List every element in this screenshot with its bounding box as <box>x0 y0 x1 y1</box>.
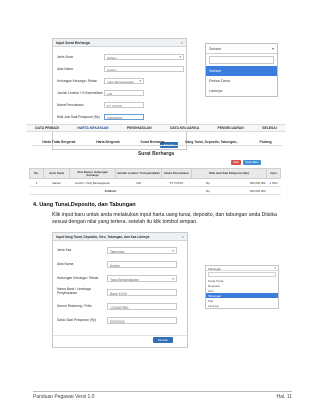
total-currency: Rp. <box>191 186 212 196</box>
hubungan-select[interactable]: Yang Bersangkutan <box>107 275 177 282</box>
subtab-harta-bergerak[interactable]: Harta Bergerak <box>96 140 120 144</box>
cell-atas-nama: Anshin / Yang Bersangkutan <box>69 178 116 188</box>
footer-page-number: Hal. 11 <box>276 394 292 400</box>
dropdown-option-reksa-dana[interactable]: Reksa Dana <box>206 76 277 86</box>
save-button[interactable]: Simpan <box>153 337 173 343</box>
table-row: 1 Saham Anshin / Yang Bersangkutan 100 P… <box>29 178 281 188</box>
subtab-harta-tidak-bergerak[interactable]: Harta Tidak Bergerak <box>42 140 75 144</box>
total-nilai: 500,000,000 <box>211 186 267 196</box>
subtab-surat-berharga[interactable]: Surat Berharga <box>141 140 165 144</box>
form-header: Input Surat Berharga × <box>53 39 186 47</box>
jenis-surat-dropdown: Saham Saham Reksa Dana Lainnya <box>205 43 278 97</box>
jenis-surat-select[interactable]: Saham <box>104 54 184 60</box>
footer-doc-title: Panduan Pegawai Versi 1.0 <box>33 394 95 400</box>
surat-baru-button[interactable]: Surat Baru <box>243 160 261 165</box>
table-header-row: No. Jenis Surat Atas Nama / Hubungan Kel… <box>29 167 281 180</box>
jenis-kas-select[interactable]: Tabungan <box>107 247 177 254</box>
jenis-kas-dropdown: Tabungan Uang Tunai Deposito Giro Tabung… <box>205 265 279 309</box>
total-empty-cell <box>266 186 281 196</box>
surat-berharga-table: No. Jenis Surat Atas Nama / Hubungan Kel… <box>29 167 281 196</box>
field-label-jenis-surat: Jenis Surat <box>57 55 73 59</box>
atas-nama-input[interactable]: Anshin <box>104 66 184 72</box>
total-label: JUMLAH <box>29 186 192 196</box>
dropdown-selected[interactable]: Saham <box>206 44 277 54</box>
dropdown-option-lainnya[interactable]: Lainnya <box>206 303 278 308</box>
form-header: Input Uang Tunai, Deposito, Giro, Tabung… <box>53 233 187 241</box>
subtab-piutang[interactable]: Piutang <box>260 140 272 144</box>
col-nilai-jual: Nilai Jual Saat Pelaporan (Rp) <box>191 167 267 180</box>
cell-nilai: 500,000,000 <box>211 178 267 188</box>
field-label-nama-perusahaan: Nama Perusahaan <box>57 103 84 107</box>
section-title: Surat Berharga <box>137 151 175 157</box>
nilai-jual-input[interactable]: 500000000 <box>104 114 144 120</box>
dropdown-option-lainnya[interactable]: Lainnya <box>206 86 277 96</box>
field-label-atas-nama: Atas Nama <box>57 67 73 71</box>
col-nama-perusahaan: Nama Perusahaan <box>161 167 192 180</box>
field-label-nilai-jual: Nilai Jual Saat Pelaporan (Rp) <box>57 115 100 119</box>
cell-jumlah: 100 <box>115 178 162 188</box>
footer-divider <box>33 391 292 392</box>
field-label-jenis-kas: Jenis Kas <box>57 248 72 252</box>
tab-penghasilan[interactable]: PENGHASILAN <box>127 126 152 130</box>
cell-no: 1 <box>29 178 44 188</box>
table-total-row: JUMLAH Rp. 500,000,000 <box>29 186 281 196</box>
instruction-paragraph: Klik input baru untuk anda melakukan inp… <box>52 212 277 225</box>
sub-tabs: Harta Tidak Bergerak Harta Bergerak Sura… <box>32 138 282 146</box>
dropdown-selected[interactable]: Tabungan <box>206 266 278 271</box>
main-tabs: DATA PRIBADI HARTA KEKAYAAN PENGHASILAN … <box>26 124 286 132</box>
section-heading: 4. Uang Tunai,Deposito, dan Tabungan <box>33 202 136 208</box>
cell-jenis: Saham <box>43 178 70 188</box>
nomor-rekening-input[interactable]: 1234567890 <box>107 303 177 310</box>
col-jumlah-lembar: Jumlah Lembar / % Kepemilikan <box>115 167 162 180</box>
form-title: Input Uang Tunai, Deposito, Giro, Tabung… <box>56 235 150 239</box>
col-jenis-surat: Jenis Surat <box>43 167 70 180</box>
field-label-nama-bank: Nama Bank / Lembaga Penyimpanan <box>57 287 91 295</box>
nama-perusahaan-input[interactable]: PT XXXXX <box>104 102 144 108</box>
hubungan-select[interactable]: Yang Bersangkutan <box>104 78 144 84</box>
cell-opsi[interactable]: ● Pilih <box>266 178 281 188</box>
field-label-jumlah-lembar: Jumlah Lembar / % Kepemilikan <box>57 91 103 95</box>
dropdown-option-saham[interactable]: Saham <box>206 66 277 76</box>
cell-nama-perusahaan: PT XXXXX <box>161 178 192 188</box>
field-label-saldo: Saldo Saat Pelaporan (Rp) <box>57 318 97 322</box>
field-label-atas-nama: Atas Nama <box>57 262 74 266</box>
close-icon[interactable]: × <box>181 40 183 45</box>
divider <box>53 335 187 336</box>
saldo-input[interactable]: 50700000 <box>107 317 177 324</box>
tab-data-keluarga[interactable]: DATA KELUARGA <box>170 126 199 130</box>
uang-tunai-form: Input Uang Tunai, Deposito, Giro, Tabung… <box>52 232 188 348</box>
cell-opsi-label: Pilih <box>272 180 278 185</box>
col-no: No. <box>29 167 44 180</box>
col-atas-nama: Atas Nama / Hubungan Keluarga <box>69 167 116 180</box>
tab-harta-kekayaan[interactable]: HARTA KEKAYAAN <box>77 126 108 130</box>
close-icon[interactable]: × <box>182 234 184 239</box>
edit-button[interactable]: Edit <box>231 160 241 165</box>
nama-bank-input[interactable]: Bank XXXX <box>107 289 177 296</box>
col-opsi: Opsi <box>266 167 281 180</box>
field-label-nomor-rekening: Nomor Rekening / Polis <box>57 304 92 308</box>
tab-selesai[interactable]: SELESAI <box>262 126 277 130</box>
dropdown-search-input[interactable] <box>209 56 274 64</box>
dropdown-search-input[interactable] <box>208 272 276 277</box>
tab-pengeluaran[interactable]: PENGELUARAN <box>218 126 244 130</box>
cell-currency: Rp. <box>191 178 212 188</box>
form-title: Input Surat Berharga <box>56 41 90 45</box>
atas-nama-input[interactable]: Anshin <box>107 261 177 268</box>
field-label-hubungan: Hubungan Keluarga / Relasi <box>57 276 99 280</box>
tab-data-pribadi[interactable]: DATA PRIBADI <box>35 126 59 130</box>
subtab-uang-tunai[interactable]: Uang Tunai, Deposito, Tabungan,.. <box>185 140 239 144</box>
jumlah-lembar-input[interactable]: 100 <box>104 90 144 96</box>
field-label-hubungan: Hubungan Keluarga / Relasi <box>57 79 97 83</box>
